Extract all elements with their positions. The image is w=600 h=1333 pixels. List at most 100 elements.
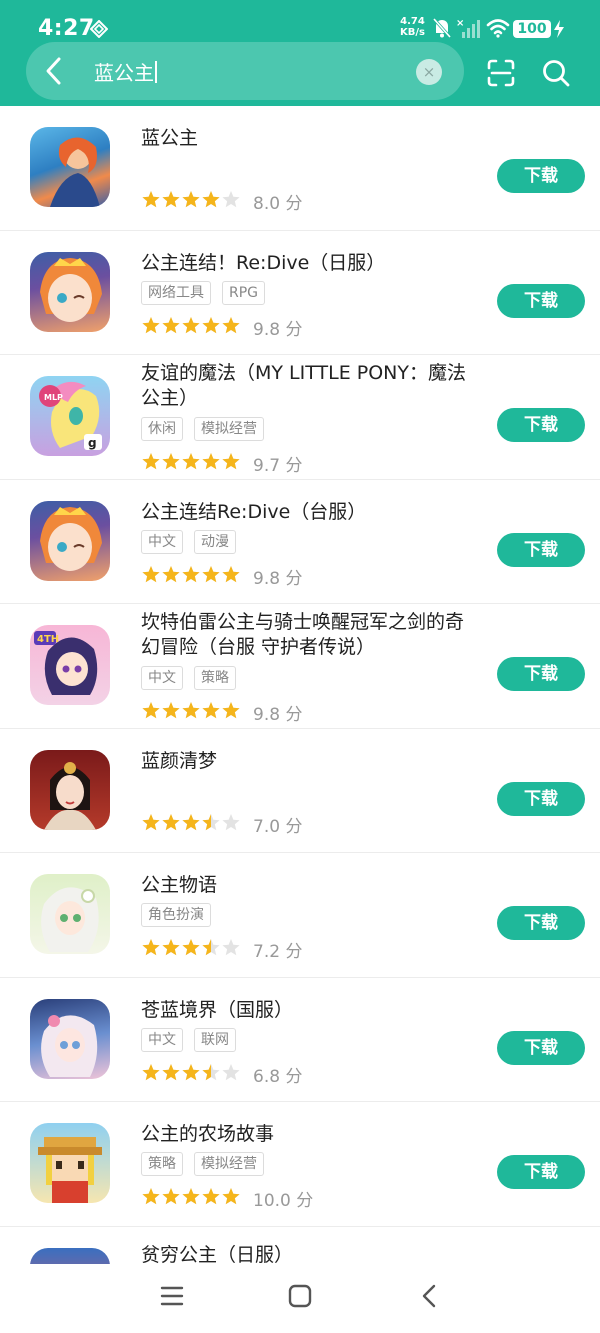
star-filled-icon bbox=[142, 1188, 160, 1205]
app-name[interactable]: 公主的农场故事 bbox=[141, 1122, 481, 1147]
download-button[interactable]: 下载 bbox=[497, 906, 585, 940]
tag: 中文 bbox=[141, 1027, 183, 1052]
search-icon[interactable] bbox=[541, 58, 571, 88]
list-item[interactable]: 4TH 坎特伯雷公主与骑士唤醒冠军之剑的奇幻冒险（台服 守护者传说） 中文 策略 … bbox=[0, 604, 600, 729]
star-filled-icon bbox=[162, 813, 180, 830]
rating-stars bbox=[142, 453, 240, 470]
list-item[interactable]: 蓝公主 8.0 分 下载 bbox=[0, 106, 600, 231]
app-name[interactable]: 友谊的魔法（MY LITTLE PONY：魔法公主） bbox=[141, 361, 481, 411]
app-icon[interactable]: 4TH bbox=[30, 625, 110, 705]
rating-stars bbox=[142, 813, 240, 830]
download-button[interactable]: 下载 bbox=[497, 781, 585, 816]
search-bar[interactable]: 蓝公主 × bbox=[26, 42, 464, 100]
list-item[interactable]: MLP g 友谊的魔法（MY LITTLE PONY：魔法公主） 休闲 模拟经营 … bbox=[0, 355, 600, 480]
star-filled-icon bbox=[182, 939, 200, 956]
vpn-diamond-icon bbox=[90, 20, 108, 38]
list-item[interactable]: 蓝颜清梦 7.0 分 下载 bbox=[0, 729, 600, 853]
search-results-list[interactable]: 蓝公主 8.0 分 下载 公主连结！Re:Dive（日服） 网络工具 RPG 9.… bbox=[0, 106, 600, 1264]
list-item[interactable]: 公主连结！Re:Dive（日服） 网络工具 RPG 9.8 分 下载 bbox=[0, 231, 600, 355]
tag: 模拟经营 bbox=[194, 1152, 264, 1176]
app-name[interactable]: 苍蓝境界（国服） bbox=[141, 998, 481, 1023]
back-chevron-icon[interactable] bbox=[44, 56, 64, 86]
network-speed-unit: KB/s bbox=[400, 27, 425, 38]
list-item[interactable]: 公主连结Re:Dive（台服） 中文 动漫 9.8 分 下载 bbox=[0, 480, 600, 604]
star-filled-icon bbox=[202, 565, 220, 582]
list-item[interactable]: 公主物语 角色扮演 7.2 分 下载 bbox=[0, 853, 600, 978]
star-filled-icon bbox=[142, 1063, 160, 1080]
app-name[interactable]: 蓝公主 bbox=[141, 126, 481, 151]
clear-search-button[interactable]: × bbox=[416, 59, 442, 85]
app-name[interactable]: 公主连结！Re:Dive（日服） bbox=[141, 251, 481, 276]
app-icon[interactable] bbox=[30, 749, 110, 830]
app-icon[interactable] bbox=[30, 127, 110, 207]
back-icon[interactable] bbox=[418, 1284, 442, 1308]
rating-score: 7.0 分 bbox=[253, 816, 303, 837]
network-speed: 4.74 KB/s bbox=[400, 16, 425, 38]
star-filled-icon bbox=[202, 191, 220, 208]
star-filled-icon bbox=[142, 939, 160, 956]
tag: 模拟经营 bbox=[194, 417, 264, 441]
home-icon[interactable] bbox=[288, 1284, 312, 1308]
no-signal-icon: × bbox=[456, 18, 480, 38]
rating-score: 9.8 分 bbox=[253, 568, 303, 589]
mute-bell-icon bbox=[432, 18, 452, 38]
text-cursor bbox=[155, 61, 157, 83]
rating-score: 9.8 分 bbox=[253, 319, 303, 340]
tag-list: 中文 联网 bbox=[141, 1027, 247, 1052]
app-icon[interactable] bbox=[30, 1247, 110, 1264]
download-button[interactable]: 下载 bbox=[497, 159, 585, 193]
app-icon[interactable] bbox=[30, 500, 110, 581]
star-icon bbox=[222, 191, 240, 208]
download-button[interactable]: 下载 bbox=[497, 532, 585, 567]
app-icon[interactable] bbox=[30, 1123, 110, 1203]
app-name[interactable]: 公主物语 bbox=[141, 873, 481, 898]
download-button[interactable]: 下载 bbox=[497, 1030, 585, 1065]
rating-score: 9.7 分 bbox=[253, 456, 303, 476]
character-art-icon bbox=[41, 887, 99, 952]
list-item[interactable]: 贫穷公主（日服） bbox=[0, 1227, 600, 1265]
star-filled-icon bbox=[142, 191, 160, 208]
list-item[interactable]: 苍蓝境界（国服） 中文 联网 6.8 分 下载 bbox=[0, 978, 600, 1102]
tag: 中文 bbox=[141, 666, 183, 690]
star-filled-icon bbox=[162, 1188, 180, 1205]
download-button[interactable]: 下载 bbox=[497, 408, 585, 442]
app-name[interactable]: 蓝颜清梦 bbox=[141, 749, 481, 774]
character-art-icon bbox=[40, 257, 102, 322]
tag: 角色扮演 bbox=[141, 903, 211, 927]
rating-score: 8.0 分 bbox=[253, 194, 303, 214]
star-filled-icon bbox=[142, 813, 160, 830]
star-filled-icon bbox=[182, 565, 200, 582]
svg-text:MLP: MLP bbox=[44, 393, 63, 402]
search-input[interactable]: 蓝公主 bbox=[94, 57, 157, 86]
list-item[interactable]: 公主的农场故事 策略 模拟经营 10.0 分 下载 bbox=[0, 1102, 600, 1227]
app-icon[interactable] bbox=[30, 251, 110, 332]
rating-score: 9.8 分 bbox=[253, 705, 303, 725]
star-filled-icon bbox=[162, 702, 180, 719]
download-button[interactable]: 下载 bbox=[497, 1155, 585, 1189]
app-icon[interactable] bbox=[30, 998, 110, 1079]
app-name[interactable]: 贫穷公主（日服） bbox=[141, 1243, 481, 1265]
rating-stars bbox=[142, 316, 240, 333]
star-filled-icon bbox=[162, 316, 180, 333]
menu-icon[interactable] bbox=[160, 1284, 184, 1308]
star-icon bbox=[222, 813, 240, 830]
star-filled-icon bbox=[162, 939, 180, 956]
tag: 策略 bbox=[194, 666, 236, 690]
app-name[interactable]: 坎特伯雷公主与骑士唤醒冠军之剑的奇幻冒险（台服 守护者传说） bbox=[141, 610, 481, 660]
download-button[interactable]: 下载 bbox=[497, 657, 585, 691]
tag: 网络工具 bbox=[141, 280, 211, 305]
pony-art-icon: MLP g bbox=[39, 381, 102, 450]
app-name[interactable]: 公主连结Re:Dive（台服） bbox=[141, 500, 481, 525]
charging-bolt-icon bbox=[554, 20, 564, 38]
app-icon[interactable]: MLP g bbox=[30, 376, 110, 456]
star-filled-icon bbox=[142, 316, 160, 333]
app-icon[interactable] bbox=[30, 874, 110, 954]
pixel-character-icon bbox=[38, 1137, 102, 1203]
download-button[interactable]: 下载 bbox=[497, 283, 585, 318]
tag-list: 策略 模拟经营 bbox=[141, 1152, 275, 1176]
scan-icon[interactable] bbox=[486, 58, 516, 88]
network-speed-value: 4.74 bbox=[400, 16, 425, 27]
character-art-icon bbox=[44, 761, 96, 830]
star-filled-icon bbox=[182, 813, 200, 830]
star-filled-icon bbox=[202, 316, 220, 333]
